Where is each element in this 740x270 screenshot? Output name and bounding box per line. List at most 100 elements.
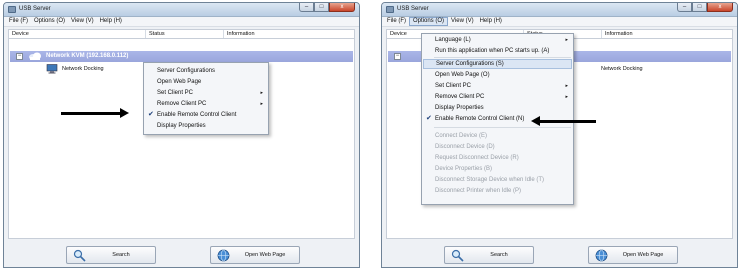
open-web-page-button[interactable]: Open Web Page <box>210 246 300 264</box>
collapse-toggle[interactable]: − <box>16 53 23 60</box>
search-button[interactable]: Search <box>66 246 156 264</box>
menu-item-label: Disconnect Printer when Idle (P) <box>435 188 522 194</box>
menu-item[interactable]: Display Properties <box>145 121 267 131</box>
title-bar[interactable]: USB Server – □ x <box>4 3 359 17</box>
menu-bar: File (F) Options (O) View (V) Help (H) <box>4 17 359 27</box>
usb-server-window-right: USB Server – □ x File (F) Options (O) Vi… <box>381 2 738 268</box>
minimize-button[interactable]: – <box>677 3 692 12</box>
menu-separator <box>434 127 571 128</box>
menu-item: Disconnect Storage Device when Idle (T) <box>423 175 572 185</box>
menu-item[interactable]: Server Configurations <box>145 66 267 76</box>
kvm-row[interactable]: − Network KVM (192.168.0.112) <box>10 51 353 62</box>
menu-item-label: Display Properties <box>157 123 206 129</box>
menu-options[interactable]: Options (O) <box>31 17 68 26</box>
menu-separator <box>434 57 571 58</box>
menu-file[interactable]: File (F) <box>384 17 409 26</box>
menu-item[interactable]: ✔ Enable Remote Control Client <box>145 110 267 120</box>
annotation-arrow-left-icon <box>531 116 596 126</box>
menu-bar: File (F) Options (O) View (V) Help (H) <box>382 17 737 27</box>
app-icon <box>386 6 394 13</box>
checkmark-icon: ✔ <box>426 115 432 122</box>
menu-item-label: Set Client PC <box>157 90 194 96</box>
maximize-button[interactable]: □ <box>314 3 329 12</box>
minimize-button[interactable]: – <box>299 3 314 12</box>
search-icon <box>73 249 86 262</box>
search-label: Search <box>490 252 508 258</box>
menu-item-label: Set Client PC <box>435 83 472 89</box>
menu-help[interactable]: Help (H) <box>97 17 125 26</box>
menu-item-label: Open Web Page <box>157 79 202 85</box>
menu-file[interactable]: File (F) <box>6 17 31 26</box>
menu-item[interactable]: Open Web Page (O) <box>423 70 572 80</box>
annotation-arrow-right-icon <box>61 108 129 118</box>
collapse-toggle[interactable]: − <box>394 53 401 60</box>
menu-item[interactable]: Remove Client PC ▸ <box>423 92 572 102</box>
menu-view[interactable]: View (V) <box>68 17 97 26</box>
open-web-page-label: Open Web Page <box>622 252 664 258</box>
device-context-menu: Server Configurations Open Web Page Set Cl… <box>143 62 269 135</box>
search-button[interactable]: Search <box>444 246 534 264</box>
options-dropdown-menu: Language (L) ▸ Run this application when P… <box>421 33 574 205</box>
menu-item: Disconnect Device (D) <box>423 142 572 152</box>
usb-server-window-left: USB Server – □ x File (F) Options (O) Vi… <box>3 2 360 268</box>
window-title: USB Server <box>397 6 429 12</box>
menu-item-label: Remove Client PC <box>435 94 485 100</box>
globe-icon <box>217 249 230 262</box>
menu-item: Request Disconnect Device (R) <box>423 153 572 163</box>
open-web-page-label: Open Web Page <box>244 252 286 258</box>
bottom-toolbar: Search Open Web Page <box>382 241 737 267</box>
window-title: USB Server <box>19 6 51 12</box>
menu-item-label: Run this application when PC starts up. … <box>435 48 550 54</box>
title-bar[interactable]: USB Server – □ x <box>382 3 737 17</box>
menu-item[interactable]: Server Configurations (S) <box>423 59 572 69</box>
submenu-arrow-icon: ▸ <box>260 101 263 107</box>
device-name: Network Docking <box>62 66 104 72</box>
column-status[interactable]: Status <box>146 30 224 38</box>
menu-view[interactable]: View (V) <box>448 17 477 26</box>
menu-item-label: Open Web Page (O) <box>435 72 490 78</box>
app-icon <box>8 6 16 13</box>
submenu-arrow-icon: ▸ <box>565 37 568 43</box>
close-button[interactable]: x <box>707 3 733 12</box>
menu-options[interactable]: Options (O) <box>409 17 449 26</box>
menu-item-label: Display Properties <box>435 105 484 111</box>
menu-item[interactable]: Open Web Page <box>145 77 267 87</box>
menu-item: Connect Device (E) <box>423 131 572 141</box>
submenu-arrow-icon: ▸ <box>565 94 568 100</box>
menu-item-label: Server Configurations <box>157 68 216 74</box>
menu-item-label: Remove Client PC <box>157 101 207 107</box>
globe-icon <box>595 249 608 262</box>
menu-item-label: Disconnect Device (D) <box>435 144 495 150</box>
search-icon <box>451 249 464 262</box>
close-button[interactable]: x <box>329 3 355 12</box>
column-device[interactable]: Device <box>9 30 146 38</box>
search-label: Search <box>112 252 130 258</box>
menu-item-label: Disconnect Storage Device when Idle (T) <box>435 177 545 183</box>
menu-item-label: Connect Device (E) <box>435 133 488 139</box>
menu-item[interactable]: Remove Client PC ▸ <box>145 99 267 109</box>
menu-item[interactable]: Run this application when PC starts up. … <box>423 46 572 56</box>
submenu-arrow-icon: ▸ <box>565 83 568 89</box>
column-information[interactable]: Information <box>602 30 732 38</box>
menu-item-label: Server Configurations (S) <box>436 61 504 67</box>
menu-item: Device Properties (B) <box>423 164 572 174</box>
menu-item[interactable]: Set Client PC ▸ <box>145 88 267 98</box>
maximize-button[interactable]: □ <box>692 3 707 12</box>
column-information[interactable]: Information <box>224 30 354 38</box>
network-kvm-icon <box>29 52 41 60</box>
menu-item-label: Language (L) <box>435 37 471 43</box>
device-information: Network Docking <box>601 66 643 72</box>
kvm-label: Network KVM (192.168.0.112) <box>46 53 129 59</box>
menu-help[interactable]: Help (H) <box>477 17 505 26</box>
menu-item-label: Enable Remote Control Client (N) <box>435 116 525 122</box>
docking-device-icon <box>46 64 58 74</box>
column-header: Device Status Information <box>8 29 355 39</box>
bottom-toolbar: Search Open Web Page <box>4 241 359 267</box>
menu-item[interactable]: Language (L) ▸ <box>423 35 572 45</box>
checkmark-icon: ✔ <box>148 111 154 118</box>
menu-item-label: Device Properties (B) <box>435 166 493 172</box>
menu-item[interactable]: Display Properties <box>423 103 572 113</box>
open-web-page-button[interactable]: Open Web Page <box>588 246 678 264</box>
menu-item-label: Enable Remote Control Client <box>157 112 237 118</box>
menu-item[interactable]: Set Client PC ▸ <box>423 81 572 91</box>
